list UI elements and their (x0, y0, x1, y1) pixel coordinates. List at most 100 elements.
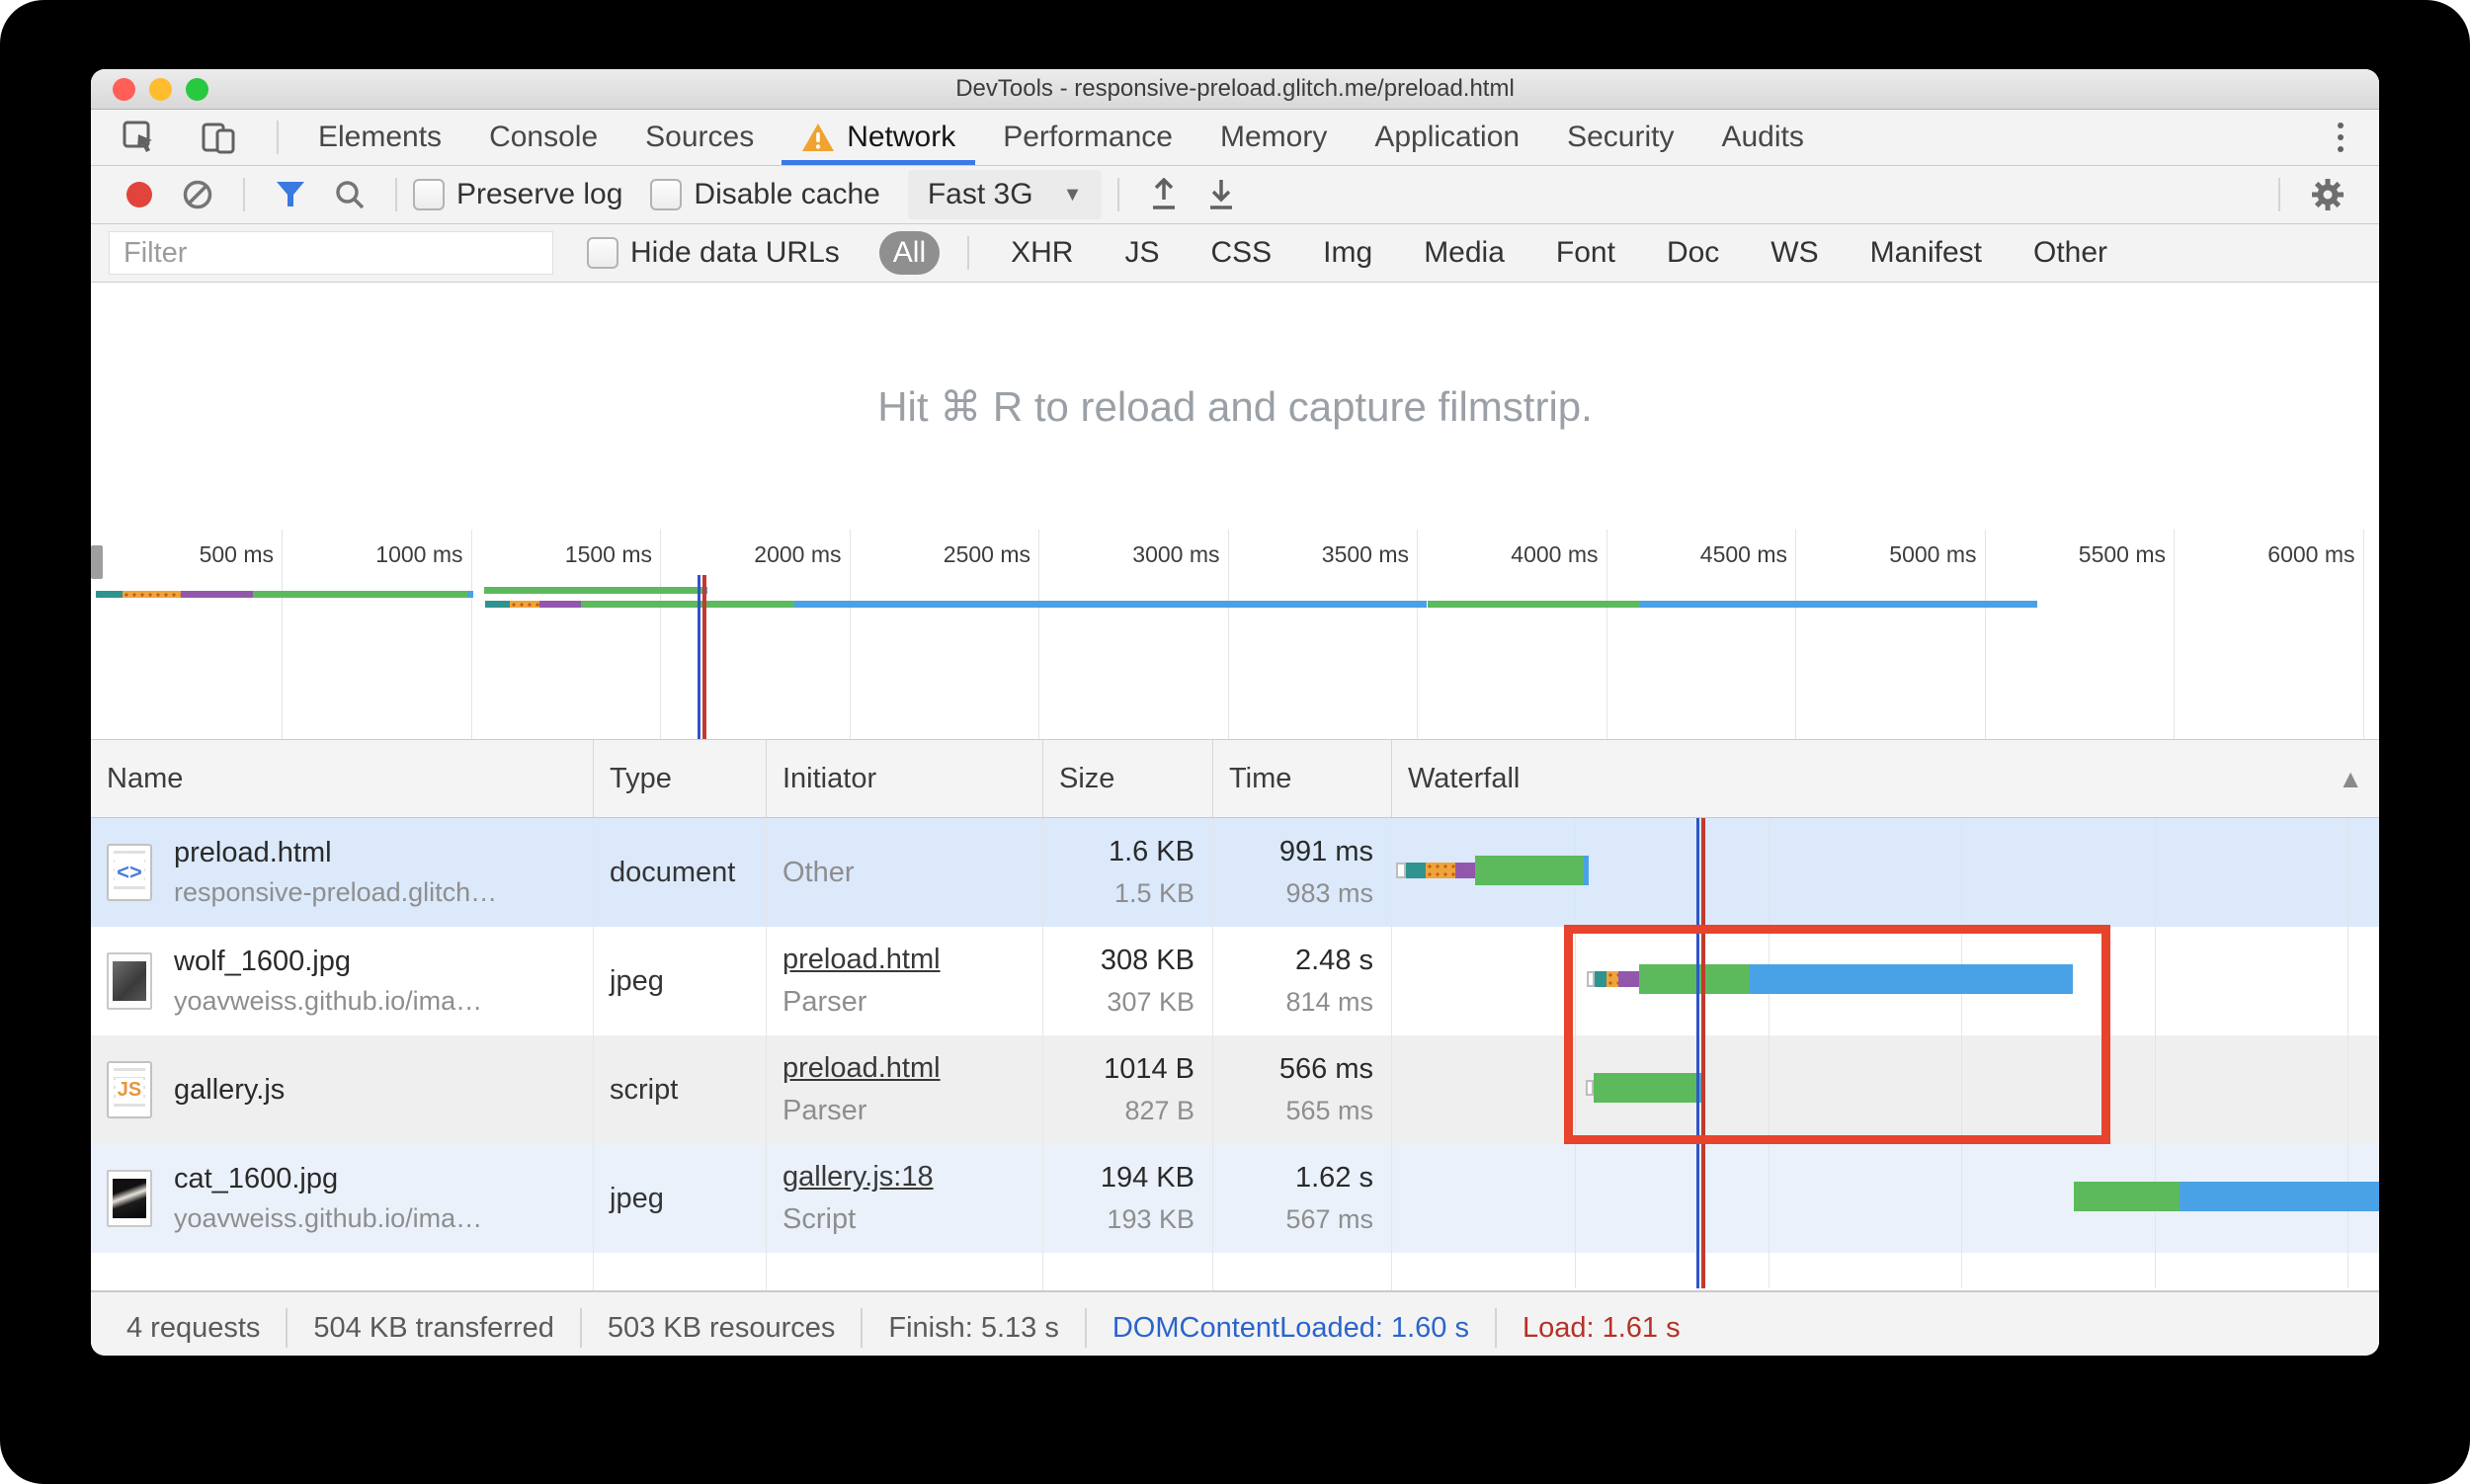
network-filter-bar: Hide data URLs All XHR JS CSS Img Media … (91, 224, 2379, 283)
overview-bar-blue-segment (1640, 601, 2037, 608)
overview-bar-teal-segment (96, 591, 123, 598)
column-header-initiator[interactable]: Initiator (767, 740, 1043, 817)
filter-type-xhr[interactable]: XHR (997, 231, 1087, 275)
tab-performance[interactable]: Performance (979, 110, 1196, 165)
overview-gridline (849, 530, 851, 739)
overview-tick-label: 1500 ms (564, 541, 652, 567)
filter-type-doc[interactable]: Doc (1653, 231, 1733, 275)
tab-network[interactable]: Network (778, 110, 979, 165)
title-bar: DevTools - responsive-preload.glitch.me/… (91, 69, 2379, 110)
column-header-waterfall[interactable]: Waterfall ▲ (1392, 740, 2379, 817)
requests-count: 4 requests (101, 1308, 288, 1348)
filter-type-css[interactable]: CSS (1196, 231, 1285, 275)
overview-tick-label: 2500 ms (943, 541, 1030, 567)
overview-gridline (1606, 530, 1607, 739)
filter-icon[interactable] (275, 180, 306, 209)
tab-audits[interactable]: Audits (1697, 110, 1827, 165)
overview-bar-blue-segment (794, 601, 1427, 608)
overview-tick-label: 5500 ms (2078, 541, 2166, 567)
resources-size: 503 KB resources (582, 1308, 864, 1348)
tab-elements[interactable]: Elements (294, 110, 465, 165)
overview-bar-purple-segment (181, 591, 253, 598)
filter-type-ws[interactable]: WS (1757, 231, 1832, 275)
overview-tick-label: 4000 ms (1511, 541, 1599, 567)
panel-tab-bar: Elements Console Sources Network Perform… (91, 110, 2379, 166)
overview-tick-label: 5000 ms (1889, 541, 1977, 567)
filter-type-js[interactable]: JS (1111, 231, 1173, 275)
dcl-marker-line (698, 575, 700, 739)
filter-type-media[interactable]: Media (1410, 231, 1519, 275)
tab-application[interactable]: Application (1351, 110, 1543, 165)
filmstrip-hint: Hit ⌘ R to reload and capture filmstrip. (877, 382, 1593, 430)
overview-bar-green-segment (253, 591, 467, 598)
preserve-log-toggle[interactable]: Preserve log (413, 178, 622, 211)
throttling-select[interactable]: Fast 3G ▼ (907, 170, 1103, 219)
waterfall-gridline (2347, 818, 2348, 1288)
divider (395, 178, 397, 211)
column-header-size[interactable]: Size (1043, 740, 1213, 817)
overview-scroll-handle[interactable] (91, 545, 103, 579)
device-toolbar-icon[interactable] (202, 121, 237, 154)
tab-console[interactable]: Console (465, 110, 621, 165)
divider (967, 236, 970, 270)
overview-gridline (1795, 530, 1796, 739)
filter-type-font[interactable]: Font (1542, 231, 1629, 275)
finish-time: Finish: 5.13 s (863, 1308, 1087, 1348)
divider (277, 121, 279, 154)
waterfall-column[interactable] (1392, 818, 2379, 1288)
divider (2278, 178, 2280, 211)
export-har-icon[interactable] (1206, 178, 1236, 211)
divider (1117, 178, 1120, 211)
preserve-log-checkbox[interactable] (413, 179, 445, 210)
filter-type-manifest[interactable]: Manifest (1856, 231, 1996, 275)
overview-bar-green-segment (484, 587, 703, 594)
transferred-size: 504 KB transferred (288, 1308, 582, 1348)
column-header-time[interactable]: Time (1213, 740, 1392, 817)
settings-gear-icon[interactable] (2310, 177, 2346, 212)
import-har-icon[interactable] (1149, 178, 1179, 211)
annotation-red-box (1564, 925, 2110, 1144)
chevron-down-icon: ▼ (1062, 183, 1083, 206)
disable-cache-toggle[interactable]: Disable cache (650, 178, 880, 211)
clear-icon[interactable] (182, 179, 213, 210)
column-header-type[interactable]: Type (594, 740, 767, 817)
search-icon[interactable] (334, 179, 366, 210)
status-bar: 4 requests 504 KB transferred 503 KB res… (91, 1291, 2379, 1356)
network-overview[interactable]: 500 ms 1000 ms 1500 ms 2000 ms 2500 ms 3000 m… (91, 530, 2379, 740)
sort-ascending-icon[interactable]: ▲ (2338, 764, 2363, 794)
overview-gridline (2174, 530, 2175, 739)
overview-bar-teal-segment (485, 601, 510, 608)
waterfall-bar-orange-segment (1426, 863, 1455, 878)
overview-tick-label: 3500 ms (1321, 541, 1409, 567)
filter-input[interactable] (109, 231, 553, 275)
waterfall-gridline (2155, 818, 2156, 1288)
waterfall-bar-queue-segment (1396, 863, 1406, 878)
warning-icon (801, 123, 835, 152)
more-options-icon[interactable] (2320, 123, 2361, 152)
image-thumbnail-cat (107, 1170, 152, 1227)
tab-security[interactable]: Security (1543, 110, 1697, 165)
initiator-link[interactable]: gallery.js:18 (782, 1161, 1042, 1194)
filter-type-all[interactable]: All (878, 231, 941, 275)
disable-cache-checkbox[interactable] (650, 179, 683, 210)
overview-tick-label: 2000 ms (754, 541, 842, 567)
document-icon: <> (107, 844, 152, 901)
initiator-link[interactable]: preload.html (782, 1052, 1042, 1085)
column-header-name[interactable]: Name (91, 740, 594, 817)
overview-tick-label: 6000 ms (2267, 541, 2355, 567)
image-thumbnail-wolf (107, 952, 152, 1010)
record-button[interactable] (126, 182, 152, 207)
hide-data-urls-checkbox[interactable] (587, 237, 618, 269)
hide-data-urls-toggle[interactable]: Hide data URLs (587, 236, 840, 270)
overview-gridline (1038, 530, 1039, 739)
overview-bar-orange-segment (123, 591, 181, 598)
filter-type-img[interactable]: Img (1309, 231, 1386, 275)
waterfall-bar-purple-segment (1455, 863, 1475, 878)
filter-type-other[interactable]: Other (2019, 231, 2121, 275)
waterfall-bar-green-segment (1475, 856, 1584, 885)
tab-memory[interactable]: Memory (1196, 110, 1351, 165)
devtools-window: DevTools - responsive-preload.glitch.me/… (91, 69, 2379, 1356)
initiator-link[interactable]: preload.html (782, 944, 1042, 976)
tab-sources[interactable]: Sources (621, 110, 778, 165)
inspect-element-icon[interactable] (123, 121, 156, 154)
